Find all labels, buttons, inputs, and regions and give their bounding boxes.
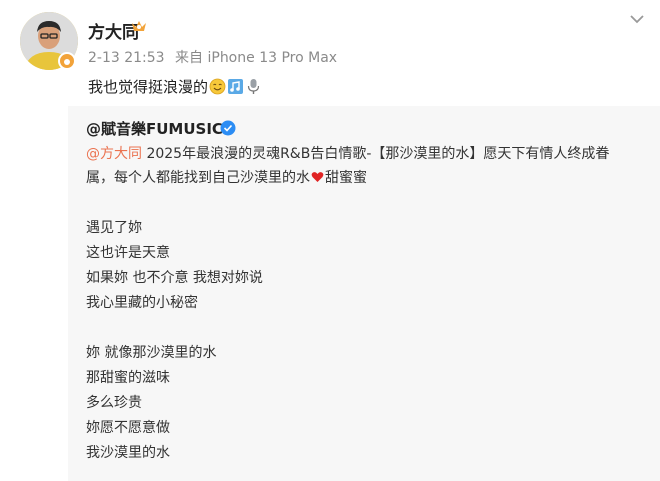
repost-body-text-3: 甜蜜蜜	[325, 170, 367, 186]
lyrics: 遇见了妳 这也许是天意 如果妳 也不介意 我想对妳说 我心里藏的小秘密 妳 就像…	[86, 216, 263, 466]
crown-icon	[132, 21, 146, 31]
repost-body-line-1: @方大同 2025年最浪漫的灵魂R&B告白情歌-【那沙漠里的水】愿天下有情人终成…	[86, 142, 646, 166]
mention-link[interactable]: @方大同	[86, 146, 142, 162]
post-meta: 2-13 21:53 来自 iPhone 13 Pro Max	[88, 47, 343, 67]
lyric-line: 如果妳 也不介意 我想对妳说	[86, 270, 263, 286]
post-date: 2-13 21:53	[88, 50, 165, 66]
lyric-line: 遇见了妳	[86, 220, 142, 236]
repost-body: @方大同 2025年最浪漫的灵魂R&B告白情歌-【那沙漠里的水】愿天下有情人终成…	[86, 142, 646, 190]
music-note-emoji	[228, 79, 244, 94]
heart-icon	[311, 172, 324, 182]
lyric-line: 妳愿不愿意做	[86, 420, 170, 436]
lyric-line: 妳 就像那沙漠里的水	[86, 345, 217, 361]
microphone-emoji	[247, 79, 260, 94]
lyric-line: 那甜蜜的滋味	[86, 370, 170, 386]
lyric-line: 我心里藏的小秘密	[86, 295, 198, 311]
avatar-badge	[58, 52, 76, 70]
chevron-down-icon[interactable]	[628, 12, 646, 26]
repost-body-text-2: 属，每个人都能找到自己沙漠里的水	[86, 170, 310, 186]
smile-emoji	[209, 78, 226, 95]
repost-card[interactable]: @賦音樂FUMUSIC @方大同 2025年最浪漫的灵魂R&B告白情歌-【那沙漠…	[68, 106, 660, 481]
lyric-line: 我沙漠里的水	[86, 445, 170, 461]
post-text-content: 我也觉得挺浪漫的	[88, 78, 209, 96]
repost-body-line-2: 属，每个人都能找到自己沙漠里的水 甜蜜蜜	[86, 166, 646, 190]
post-header: 方大同 2-13 21:53 来自 iPhone 13 Pro Max 我也觉得…	[0, 0, 660, 106]
post-text: 我也觉得挺浪漫的	[88, 76, 262, 97]
lyric-line: 这也许是天意	[86, 245, 170, 261]
verified-icon	[220, 120, 236, 136]
post-source: 来自 iPhone 13 Pro Max	[175, 50, 338, 66]
lyric-line: 多么珍贵	[86, 395, 142, 411]
repost-body-text-1: 2025年最浪漫的灵魂R&B告白情歌-【那沙漠里的水】愿天下有情人终成眷	[142, 146, 610, 162]
stanza-gap	[86, 316, 263, 341]
repost-author[interactable]: @賦音樂FUMUSIC	[86, 118, 223, 139]
